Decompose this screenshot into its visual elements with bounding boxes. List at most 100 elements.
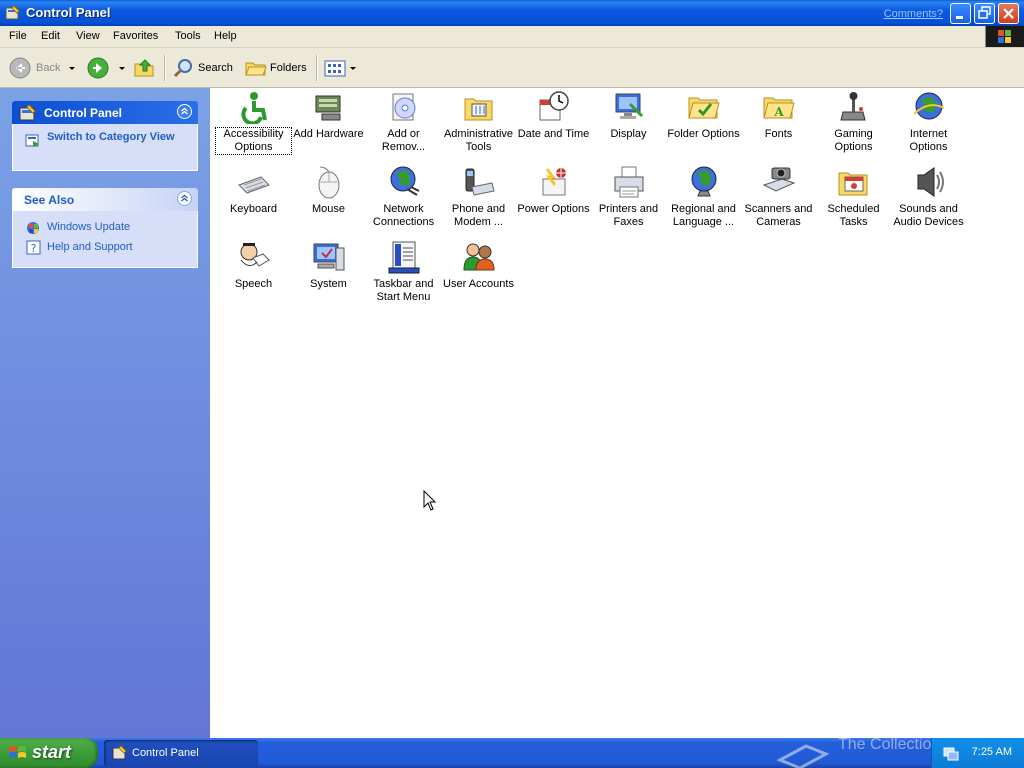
control-panel-item-label: Gaming Options <box>834 128 873 153</box>
folder-options-icon <box>688 97 720 119</box>
up-folder-icon[interactable] <box>133 56 157 80</box>
see-also-panel-header[interactable]: See Also <box>12 188 198 211</box>
control-panel-item-label: Speech <box>234 278 273 290</box>
keyboard-icon <box>238 176 270 194</box>
control-panel-item[interactable]: Folder Options <box>666 90 741 164</box>
control-panel-icon <box>5 5 20 20</box>
start-button[interactable]: start <box>0 738 98 768</box>
restore-button[interactable] <box>974 3 995 24</box>
back-button[interactable]: Back <box>8 56 78 80</box>
control-panel-item[interactable]: Add Hardware <box>291 90 366 164</box>
forward-button[interactable] <box>86 56 128 80</box>
control-panel-item-label: Network Connections <box>372 203 435 228</box>
control-panel-item-label: Date and Time <box>517 128 590 140</box>
menu-favorites[interactable]: Favorites <box>113 30 158 42</box>
windows-logo-icon <box>9 746 26 758</box>
help-and-support-link[interactable]: Help and Support <box>47 241 133 253</box>
control-panel-item[interactable]: Mouse <box>291 165 366 239</box>
control-panel-item[interactable]: Internet Options <box>891 90 966 164</box>
close-icon <box>1003 8 1014 19</box>
control-panel-item[interactable]: Date and Time <box>516 90 591 164</box>
control-panel-item[interactable]: System <box>291 240 366 314</box>
folders-icon <box>245 62 267 76</box>
clock[interactable]: 7:25 AM <box>972 746 1012 758</box>
toolbar-separator <box>164 55 166 81</box>
windows-update-link[interactable]: Windows Update <box>47 221 130 233</box>
collapse-icon[interactable] <box>177 191 192 206</box>
svg-text:?: ? <box>31 242 37 255</box>
control-panel-item-label: User Accounts <box>443 278 514 290</box>
control-panel-icon <box>19 104 36 121</box>
comments-link[interactable]: Comments? <box>884 8 943 20</box>
menu-help[interactable]: Help <box>214 30 237 42</box>
control-panel-item[interactable]: Taskbar and Start Menu <box>366 240 441 314</box>
menu-bar: File Edit View Favorites Tools Help <box>0 26 1024 48</box>
views-dropdown-icon[interactable] <box>350 67 356 70</box>
control-panel-item[interactable]: Printers and Faxes <box>591 165 666 239</box>
svg-text:A: A <box>773 105 784 119</box>
control-panel-item[interactable]: Add or Remov... <box>366 90 441 164</box>
control-panel-item[interactable]: Display <box>591 90 666 164</box>
control-panel-item-label: Phone and Modem ... <box>451 203 506 228</box>
switch-to-category-view-link[interactable]: Switch to Category View <box>47 131 177 144</box>
help-icon: ? <box>26 240 41 255</box>
control-panel-item-label: Scheduled Tasks <box>827 203 880 228</box>
date-time-icon <box>539 91 569 121</box>
control-panel-panel-header[interactable]: Control Panel <box>12 101 198 124</box>
control-panel-item-label: Printers and Faxes <box>598 203 659 228</box>
forward-arrow-icon <box>87 57 109 79</box>
control-panel-item[interactable]: Network Connections <box>366 165 441 239</box>
views-button[interactable] <box>323 56 357 80</box>
menu-tools[interactable]: Tools <box>175 30 201 42</box>
search-button[interactable]: Search <box>172 56 238 80</box>
sounds-audio-icon <box>917 167 944 197</box>
forward-dropdown-icon[interactable] <box>119 67 125 70</box>
network-connections-icon <box>390 166 420 196</box>
taskbar-control-panel-button[interactable]: Control Panel <box>104 740 258 766</box>
control-panel-item[interactable]: Administrative Tools <box>441 90 516 164</box>
collapse-icon[interactable] <box>177 104 192 119</box>
add-hardware-icon <box>315 95 341 121</box>
internet-options-icon <box>913 92 945 120</box>
task-pane: Control Panel Switch to Category View Se… <box>0 88 210 738</box>
control-panel-item[interactable]: Power Options <box>516 165 591 239</box>
menu-file[interactable]: File <box>9 30 27 42</box>
control-panel-item[interactable]: Gaming Options <box>816 90 891 164</box>
control-panel-item[interactable]: Sounds and Audio Devices <box>891 165 966 239</box>
control-panel-item[interactable]: Phone and Modem ... <box>441 165 516 239</box>
switch-view-icon <box>25 134 39 147</box>
control-panel-item-label: Add Hardware <box>293 128 364 140</box>
control-panel-item-label: Mouse <box>311 203 346 215</box>
toolbar-separator <box>316 55 318 81</box>
search-icon <box>173 59 192 78</box>
taskbar: start Control Panel The Collection Book … <box>0 736 1024 768</box>
book-icon <box>776 744 830 768</box>
regional-language-icon <box>691 166 717 197</box>
control-panel-item[interactable]: Regional and Language ... <box>666 165 741 239</box>
control-panel-item-label: Display <box>610 128 647 140</box>
control-panel-item[interactable]: User Accounts <box>441 240 516 314</box>
network-tray-icon[interactable] <box>942 745 960 761</box>
minimize-button[interactable] <box>950 3 971 24</box>
mouse-cursor-icon <box>423 490 437 511</box>
windows-update-icon <box>27 222 39 234</box>
control-panel-item[interactable]: A Fonts <box>741 90 816 164</box>
menu-view[interactable]: View <box>76 30 100 42</box>
control-panel-item[interactable]: Scheduled Tasks <box>816 165 891 239</box>
control-panel-item[interactable]: Accessibility Options <box>215 90 292 164</box>
control-panel-item-label: Accessibility Options <box>215 127 292 155</box>
control-panel-item[interactable]: Speech <box>216 240 291 314</box>
title-bar[interactable]: Control Panel Comments? <box>0 0 1024 26</box>
control-panel-item[interactable]: Keyboard <box>216 165 291 239</box>
control-panel-item-label: Folder Options <box>667 128 740 140</box>
speech-icon <box>240 243 270 267</box>
control-panel-item[interactable]: Scanners and Cameras <box>741 165 816 239</box>
menu-edit[interactable]: Edit <box>41 30 60 42</box>
back-dropdown-icon[interactable] <box>69 67 75 70</box>
see-also-panel: See Also Windows Update ? Help and Suppo… <box>12 188 198 268</box>
close-button[interactable] <box>998 3 1019 24</box>
folders-button[interactable]: Folders <box>244 56 310 80</box>
control-panel-items: Accessibility Options Add Hardware Add or … <box>210 88 1024 738</box>
control-panel-icon <box>112 745 127 760</box>
toolbar: Back Search Folders <box>0 48 1024 88</box>
